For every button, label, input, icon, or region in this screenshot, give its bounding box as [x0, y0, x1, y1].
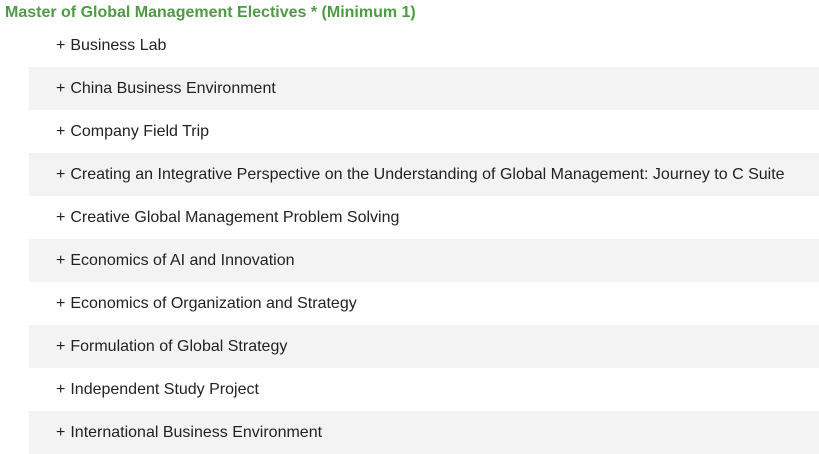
expand-plus-icon: + [56, 380, 66, 398]
course-label: Economics of AI and Innovation [70, 251, 295, 269]
course-label: International Business Environment [70, 423, 323, 441]
expand-plus-icon: + [56, 79, 66, 97]
course-label: Business Lab [70, 36, 167, 54]
expand-plus-icon: + [56, 294, 66, 312]
expand-plus-icon: + [56, 208, 66, 226]
section-title: Master of Global Management Electives * … [5, 4, 416, 21]
course-item-company-field-trip[interactable]: + Company Field Trip [29, 110, 819, 153]
expand-plus-icon: + [56, 251, 66, 269]
course-item-integrative-perspective[interactable]: + Creating an Integrative Perspective on … [29, 153, 819, 196]
course-item-independent-study-project[interactable]: + Independent Study Project [29, 368, 819, 411]
course-label: Independent Study Project [70, 380, 259, 398]
course-item-economics-organization-strategy[interactable]: + Economics of Organization and Strategy [29, 282, 819, 325]
expand-plus-icon: + [56, 165, 66, 183]
expand-plus-icon: + [56, 122, 66, 140]
course-item-economics-ai-innovation[interactable]: + Economics of AI and Innovation [29, 239, 819, 282]
course-item-formulation-global-strategy[interactable]: + Formulation of Global Strategy [29, 325, 819, 368]
course-item-china-business-environment[interactable]: + China Business Environment [29, 67, 819, 110]
course-label: Company Field Trip [70, 122, 210, 140]
expand-plus-icon: + [56, 36, 66, 54]
course-item-creative-problem-solving[interactable]: + Creative Global Management Problem Solv… [29, 196, 819, 239]
course-list: + Business Lab + China Business Environmen… [29, 24, 819, 454]
course-label: Creative Global Management Problem Solvi… [70, 208, 400, 226]
expand-plus-icon: + [56, 423, 66, 441]
course-label: Formulation of Global Strategy [70, 337, 288, 355]
course-label: Creating an Integrative Perspective on t… [70, 165, 785, 183]
course-item-international-business-environment[interactable]: + International Business Environment [29, 411, 819, 454]
course-item-business-lab[interactable]: + Business Lab [29, 24, 819, 67]
course-label: Economics of Organization and Strategy [70, 294, 357, 312]
expand-plus-icon: + [56, 337, 66, 355]
course-label: China Business Environment [70, 79, 276, 97]
